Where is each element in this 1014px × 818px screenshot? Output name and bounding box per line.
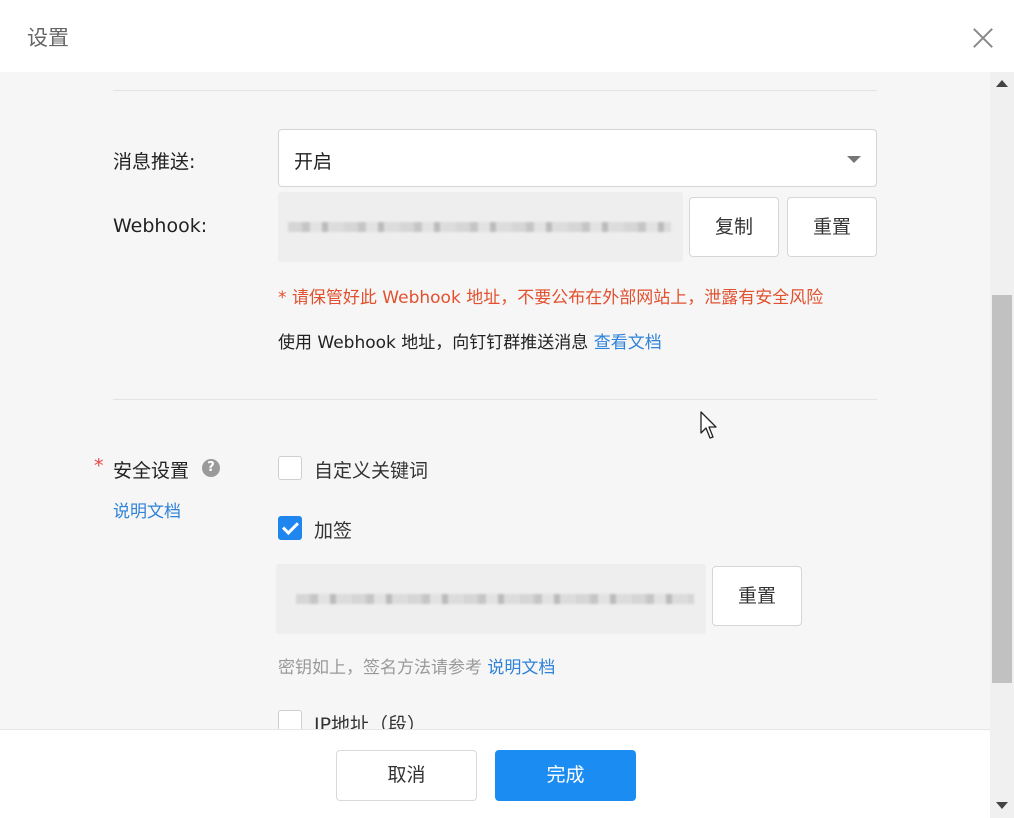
mouse-pointer-icon <box>700 411 717 439</box>
ip-label[interactable]: IP地址（段） <box>314 710 426 729</box>
dialog-header: 设置 <box>0 0 1014 72</box>
webhook-label: Webhook: <box>113 215 208 237</box>
divider-top <box>113 90 877 91</box>
scroll-thumb[interactable] <box>992 295 1012 683</box>
chevron-down-icon <box>847 156 861 163</box>
sign-checkbox[interactable] <box>278 516 302 540</box>
done-button[interactable]: 完成 <box>495 750 636 801</box>
blurred-url <box>288 222 671 232</box>
webhook-reset-button[interactable]: 重置 <box>787 197 877 257</box>
scroll-up-arrow-icon[interactable] <box>996 80 1008 87</box>
keyword-label[interactable]: 自定义关键词 <box>314 456 428 483</box>
dialog-title: 设置 <box>27 26 69 50</box>
security-label: 安全设置 <box>113 460 190 482</box>
push-select[interactable]: 开启 <box>278 129 877 187</box>
help-circle-icon[interactable]: ? <box>202 459 220 477</box>
close-icon[interactable] <box>970 25 996 51</box>
sign-label[interactable]: 加签 <box>314 516 352 543</box>
sign-secret-field[interactable] <box>276 564 706 634</box>
webhook-info: 使用 Webhook 地址，向钉钉群推送消息 查看文档 <box>278 328 662 353</box>
dialog-footer: 取消 完成 <box>0 729 990 818</box>
divider-middle <box>113 399 877 400</box>
cancel-button[interactable]: 取消 <box>336 750 477 801</box>
sign-hint-doc-link[interactable]: 说明文档 <box>487 658 555 678</box>
blurred-secret <box>296 594 694 604</box>
webhook-url-field[interactable] <box>278 192 683 262</box>
scrollbar[interactable] <box>990 72 1014 818</box>
security-doc-link[interactable]: 说明文档 <box>113 497 181 522</box>
view-docs-link[interactable]: 查看文档 <box>594 333 662 353</box>
push-label: 消息推送: <box>113 151 196 173</box>
push-select-value: 开启 <box>294 151 333 173</box>
ip-checkbox[interactable] <box>278 710 302 729</box>
webhook-info-text: 使用 Webhook 地址，向钉钉群推送消息 <box>278 333 589 353</box>
copy-button[interactable]: 复制 <box>689 197 779 257</box>
scroll-down-arrow-icon[interactable] <box>996 802 1008 809</box>
dialog-body: 消息推送: 开启 Webhook: 复制 重置 * 请保管好此 Webhook … <box>0 72 990 729</box>
webhook-warning: * 请保管好此 Webhook 地址，不要公布在外部网站上，泄露有安全风险 <box>278 288 824 308</box>
required-mark: * <box>94 455 104 477</box>
sign-reset-button[interactable]: 重置 <box>712 566 802 626</box>
sign-hint: 密钥如上，签名方法请参考 说明文档 <box>278 653 555 678</box>
keyword-checkbox[interactable] <box>278 456 302 480</box>
sign-hint-text: 密钥如上，签名方法请参考 <box>278 658 482 678</box>
